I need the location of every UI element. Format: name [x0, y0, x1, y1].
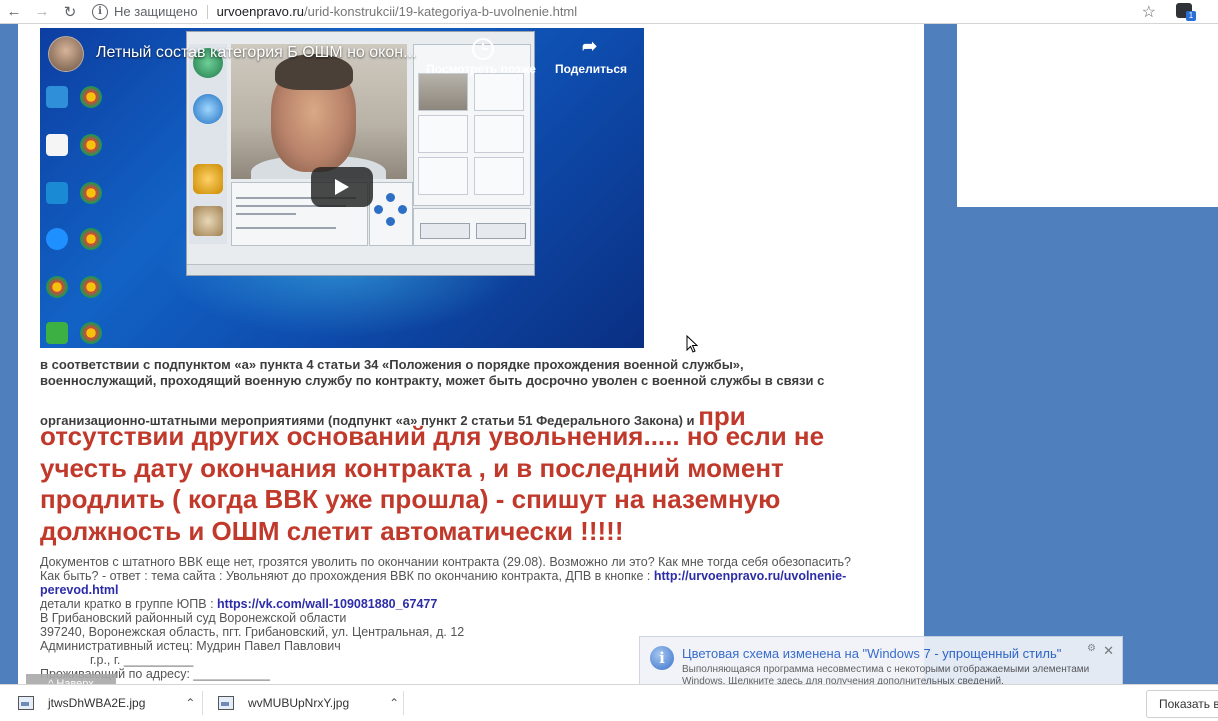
- security-label[interactable]: Не защищено: [114, 4, 198, 19]
- group-line: детали кратко в группе ЮПВ : https://vk.…: [40, 597, 920, 611]
- checkmark-icon: [46, 322, 68, 344]
- url-divider: [206, 4, 208, 19]
- thumbnail-shield-icon: [193, 164, 223, 194]
- pin-icon[interactable]: ⚙: [1087, 643, 1096, 654]
- chrome-icon: [80, 228, 102, 250]
- show-all-downloads-button[interactable]: Показать все: [1146, 690, 1218, 718]
- desktop-icon: [46, 86, 68, 108]
- article-line: в соответствии с подпунктом «а» пункта 4…: [40, 357, 744, 372]
- thumbnail-webcam-feed: [231, 44, 407, 179]
- answer-line: Как быть? - ответ : тема сайта : Увольня…: [40, 569, 920, 597]
- thumbnail-grid-cell: [418, 157, 468, 195]
- download-bar: jtwsDhWBA2E.jpg ⌃ wvMUBUpNrxY.jpg ⌃ Пока…: [0, 684, 1218, 721]
- address-bar[interactable]: urvoenpravo.ru/urid-konstrukcii/19-kateg…: [217, 4, 578, 19]
- question-line: Документов с штатного ВВК еще нет, грозя…: [40, 555, 852, 569]
- video-title[interactable]: Летный состав категория Б ОШМ но окон...: [96, 44, 416, 62]
- thumbnail-control-button: [420, 223, 470, 239]
- extension-badge: 1: [1186, 11, 1196, 21]
- chrome-icon: [80, 276, 102, 298]
- share-arrow-icon[interactable]: ➦: [582, 36, 597, 57]
- download-filename: wvMUBUpNrxY.jpg: [248, 696, 350, 710]
- article-paragraph: в соответствии с подпунктом «а» пункта 4…: [40, 357, 910, 389]
- group-text: детали кратко в группе ЮПВ :: [40, 597, 218, 611]
- url-host: urvoenpravo.ru: [216, 4, 305, 19]
- thumbnail-ptz-dot: [386, 193, 395, 202]
- chevron-up-icon[interactable]: ⌃: [389, 696, 399, 710]
- download-divider: [202, 691, 203, 715]
- download-item[interactable]: jtwsDhWBA2E.jpg ⌃: [18, 685, 195, 721]
- browser-toolbar: ← → ↻ i Не защищено urvoenpravo.ru/urid-…: [0, 0, 1218, 24]
- thumbnail-control-panel: [413, 208, 531, 246]
- notification-title[interactable]: Цветовая схема изменена на "Windows 7 - …: [682, 646, 1061, 661]
- thumbnail-ptz-panel: [369, 182, 413, 246]
- image-file-icon: [218, 696, 234, 710]
- red-emphasis-line: продлить ( когда ВВК уже прошла) - спишу…: [40, 484, 781, 514]
- article-line: военнослужащий, проходящий военную служб…: [40, 373, 825, 388]
- answer-text: Как быть? - ответ : тема сайта : Увольня…: [40, 569, 654, 583]
- thumbnail-app-sidebar: [189, 44, 227, 244]
- video-player[interactable]: Летный состав категория Б ОШМ но окон...…: [40, 28, 644, 348]
- play-button[interactable]: [311, 167, 373, 207]
- red-emphasis-text: отсутствии других оснований для увольнен…: [40, 421, 920, 547]
- thumbnail-grid-cell: [418, 73, 468, 111]
- red-emphasis-line: отсутствии других оснований для увольнен…: [40, 421, 825, 451]
- watch-later-label[interactable]: Посмотреть позже: [426, 62, 536, 76]
- vk-group-link[interactable]: https://vk.com/wall-109081880_67477: [217, 597, 437, 611]
- download-filename: jtwsDhWBA2E.jpg: [48, 696, 146, 710]
- thumbnail-ptz-dot: [374, 205, 383, 214]
- forward-button[interactable]: →: [28, 3, 56, 20]
- reload-button[interactable]: ↻: [56, 3, 84, 21]
- skype-icon: [46, 182, 68, 204]
- channel-avatar[interactable]: [48, 36, 84, 72]
- info-icon[interactable]: i: [92, 3, 108, 20]
- chevron-up-icon[interactable]: ⌃: [185, 696, 195, 710]
- page-content: Летный состав категория Б ОШМ но окон...…: [18, 24, 924, 684]
- chrome-icon: [46, 276, 68, 298]
- sidebar-panel: [957, 24, 1218, 207]
- thumbnail-ptz-dot: [386, 217, 395, 226]
- info-icon: i: [650, 646, 674, 670]
- thumbnail-grid-cell: [474, 73, 524, 111]
- share-label[interactable]: Поделиться: [551, 62, 631, 76]
- download-divider: [403, 691, 404, 715]
- red-emphasis-line: учесть дату окончания контракта , и в по…: [40, 452, 784, 483]
- court-line: В Грибановский районный суд Воронежской …: [40, 611, 347, 625]
- back-button[interactable]: ←: [0, 3, 28, 20]
- thumbnail-settings-icon: [193, 206, 223, 236]
- chrome-icon: [80, 322, 102, 344]
- thumbnail-status-bar: [187, 264, 534, 275]
- thumbnail-grid-cell: [418, 115, 468, 153]
- bookmark-star-icon[interactable]: ☆: [1142, 2, 1156, 22]
- teamviewer-icon: [46, 228, 68, 250]
- thumbnail-grid-cell: [474, 115, 524, 153]
- thumbnail-ptz-dot: [398, 205, 407, 214]
- thumbnail-control-button: [476, 223, 526, 239]
- mouse-cursor-icon: [686, 335, 698, 353]
- thumbnail-text-line: [236, 213, 296, 215]
- chrome-icon: [80, 134, 102, 156]
- chrome-icon: [80, 86, 102, 108]
- close-icon[interactable]: ✕: [1103, 643, 1114, 659]
- thumbnail-globe-icon: [193, 94, 223, 124]
- thumbnail-text-line: [236, 227, 336, 229]
- url-path: /urid-konstrukcii/19-kategoriya-b-uvolne…: [304, 4, 578, 19]
- red-emphasis-line: должность и ОШМ слетит автоматически !!!…: [40, 515, 624, 546]
- desktop-icon: [46, 134, 68, 156]
- thumbnail-grid-cell: [474, 157, 524, 195]
- scroll-top-button[interactable]: ^ Наверх: [26, 674, 116, 684]
- download-item[interactable]: wvMUBUpNrxY.jpg ⌃: [218, 685, 399, 721]
- image-file-icon: [18, 696, 34, 710]
- watch-later-clock-icon[interactable]: [472, 38, 494, 60]
- chrome-icon: [80, 182, 102, 204]
